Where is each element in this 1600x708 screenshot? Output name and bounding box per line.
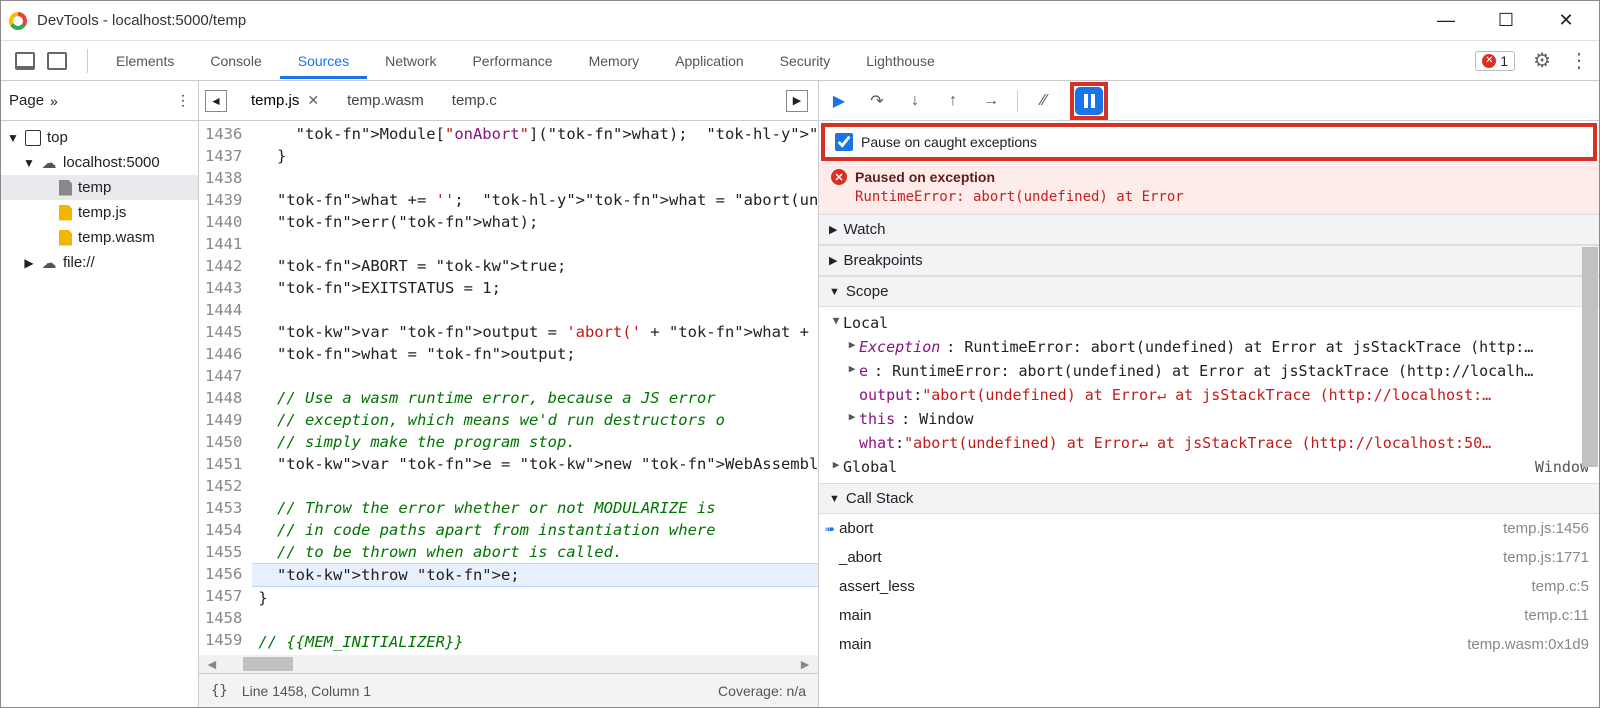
tree-node-top[interactable]: ▼top [1,125,198,150]
tab-network[interactable]: Network [367,43,454,79]
window-title-bar: DevTools - localhost:5000/temp — ☐ ✕ [1,1,1599,41]
scope-var-e[interactable]: ▶e: RuntimeError: abort(undefined) at Er… [819,359,1599,383]
tree-file-temp-js[interactable]: temp.js [1,200,198,225]
device-toggle-icon[interactable] [47,52,67,70]
cursor-position: Line 1458, Column 1 [242,683,371,699]
step-into-icon[interactable]: ↓ [903,89,927,113]
tab-memory[interactable]: Memory [571,43,658,79]
run-snippet-icon[interactable]: ▶ [786,90,808,112]
error-count-badge[interactable]: ✕ 1 [1475,51,1515,71]
close-tab-icon[interactable]: ✕ [307,92,319,109]
scope-var-what[interactable]: what: "abort(undefined) at Error↵ at jsS… [819,431,1599,455]
tree-node-host[interactable]: ▼☁localhost:5000 [1,150,198,175]
section-breakpoints[interactable]: ▶Breakpoints [819,245,1599,276]
stack-frame[interactable]: ➠aborttemp.js:1456 [819,514,1599,543]
pause-on-exceptions-highlight [1070,82,1108,120]
tab-security[interactable]: Security [762,43,849,79]
section-watch[interactable]: ▶Watch [819,214,1599,245]
tab-application[interactable]: Application [657,43,762,79]
step-icon[interactable]: → [979,89,1003,113]
scope-var-this[interactable]: ▶this: Window [819,407,1599,431]
chevron-right-icon[interactable]: » [50,93,58,109]
code-editor: ◄ temp.js✕ temp.wasm temp.c ▶ 1436143714… [199,81,819,707]
inspect-icon[interactable] [15,52,35,70]
maximize-button[interactable]: ☐ [1491,6,1521,36]
stack-frame[interactable]: _aborttemp.js:1771 [819,543,1599,572]
section-scope[interactable]: ▼Scope [819,276,1599,307]
stack-frame[interactable]: maintemp.c:11 [819,601,1599,630]
more-menu-icon[interactable]: ⋮ [1569,48,1589,73]
step-out-icon[interactable]: ↑ [941,89,965,113]
pause-on-caught-row: Pause on caught exceptions [821,123,1597,161]
files-panel-label[interactable]: Page [9,92,44,109]
files-navigator: Page » ⋮ ▼top ▼☁localhost:5000 temp temp… [1,81,199,707]
devtools-tabs: Elements Console Sources Network Perform… [1,41,1599,81]
pause-on-caught-label: Pause on caught exceptions [861,134,1037,150]
error-dot-icon: ✕ [831,169,847,185]
stack-frame[interactable]: maintemp.wasm:0x1d9 [819,630,1599,659]
tree-file-temp-wasm[interactable]: temp.wasm [1,225,198,250]
pause-on-exceptions-button[interactable] [1075,87,1103,115]
editor-tab-temp-wasm[interactable]: temp.wasm [333,92,438,109]
minimize-button[interactable]: — [1431,6,1461,36]
deactivate-breakpoints-icon[interactable]: ⁄⁄ [1032,89,1056,113]
window-title: DevTools - localhost:5000/temp [37,12,1431,29]
tab-sources[interactable]: Sources [280,43,367,79]
horizontal-scrollbar[interactable]: ◄► [199,655,818,673]
stack-frame[interactable]: assert_lesstemp.c:5 [819,572,1599,601]
tree-file-temp[interactable]: temp [1,175,198,200]
pause-on-caught-checkbox[interactable] [835,133,853,151]
code-area[interactable]: 1436143714381439144014411442144314441445… [199,121,818,655]
settings-gear-icon[interactable]: ⚙ [1533,48,1551,73]
error-icon: ✕ [1482,54,1496,68]
tab-elements[interactable]: Elements [98,43,192,79]
editor-tab-temp-c[interactable]: temp.c [438,92,511,109]
chrome-icon [9,12,27,30]
tab-lighthouse[interactable]: Lighthouse [848,43,953,79]
exception-banner: ✕Paused on exception RuntimeError: abort… [819,161,1599,214]
resume-icon[interactable]: ▶ [827,89,851,113]
tree-node-file[interactable]: ▶☁file:// [1,250,198,275]
editor-tab-temp-js[interactable]: temp.js✕ [237,92,333,109]
coverage-status: Coverage: n/a [718,683,806,699]
scope-var-exception[interactable]: ▶Exception: RuntimeError: abort(undefine… [819,335,1599,359]
tab-console[interactable]: Console [192,43,279,79]
scope-local[interactable]: ▼Local [819,311,1599,335]
nav-back-icon[interactable]: ◄ [205,90,227,112]
step-over-icon[interactable]: ↷ [865,89,889,113]
vertical-scrollbar[interactable] [1582,247,1598,467]
scope-var-output[interactable]: output: "abort(undefined) at Error↵ at j… [819,383,1599,407]
close-button[interactable]: ✕ [1551,6,1581,36]
scope-global[interactable]: ▶GlobalWindow [819,455,1599,479]
tab-performance[interactable]: Performance [454,43,570,79]
section-callstack[interactable]: ▼Call Stack [819,483,1599,514]
files-more-icon[interactable]: ⋮ [176,92,190,109]
exception-message: RuntimeError: abort(undefined) at Error [855,189,1587,205]
pretty-print-icon[interactable]: {} [211,683,228,699]
debugger-panel: ▶ ↷ ↓ ↑ → ⁄⁄ Pause on caught exceptions … [819,81,1599,707]
